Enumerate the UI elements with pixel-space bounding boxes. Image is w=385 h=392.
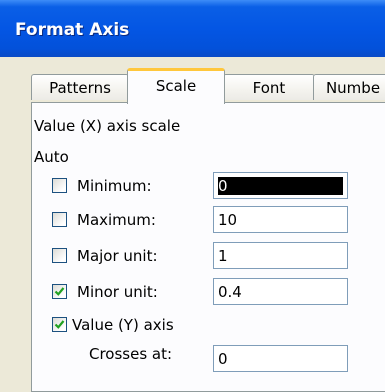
dialog-title: Format Axis <box>15 20 130 40</box>
axis-scale-heading: Value (X) axis scale <box>34 117 181 135</box>
scale-panel: Value (X) axis scale Auto Minimum: 0 Max… <box>31 102 385 392</box>
minimum-value: 0 <box>218 177 343 195</box>
maximum-label: Maximum: <box>77 211 156 229</box>
checkmark-icon <box>54 287 65 296</box>
major-unit-auto-checkbox[interactable] <box>52 248 67 263</box>
tab-font[interactable]: Font <box>223 74 315 100</box>
checkmark-icon <box>54 320 65 329</box>
value-y-axis-label: Value (Y) axis <box>72 316 174 334</box>
tab-patterns[interactable]: Patterns <box>31 74 129 100</box>
minimum-input[interactable]: 0 <box>213 172 348 199</box>
crosses-at-label: Crosses at: <box>89 345 173 363</box>
tab-number[interactable]: Numbe <box>313 74 385 100</box>
minimum-label: Minimum: <box>77 177 152 195</box>
major-unit-input[interactable]: 1 <box>213 242 348 269</box>
minor-unit-auto-checkbox[interactable] <box>52 284 67 299</box>
title-bar[interactable]: Format Axis <box>0 0 385 57</box>
tab-scale[interactable]: Scale <box>127 68 225 104</box>
format-axis-dialog: Format Axis Patterns Scale Font Numbe Va… <box>0 0 385 392</box>
minor-unit-label: Minor unit: <box>77 283 158 301</box>
maximum-auto-checkbox[interactable] <box>52 212 67 227</box>
tab-strip: Patterns Scale Font Numbe <box>31 68 385 104</box>
value-y-axis-checkbox[interactable] <box>52 317 67 332</box>
major-unit-label: Major unit: <box>77 247 158 265</box>
crosses-at-input[interactable]: 0 <box>213 345 348 372</box>
minimum-auto-checkbox[interactable] <box>52 178 67 193</box>
minor-unit-input[interactable]: 0.4 <box>213 278 348 305</box>
maximum-input[interactable]: 10 <box>213 206 348 233</box>
auto-group-label: Auto <box>34 148 69 166</box>
